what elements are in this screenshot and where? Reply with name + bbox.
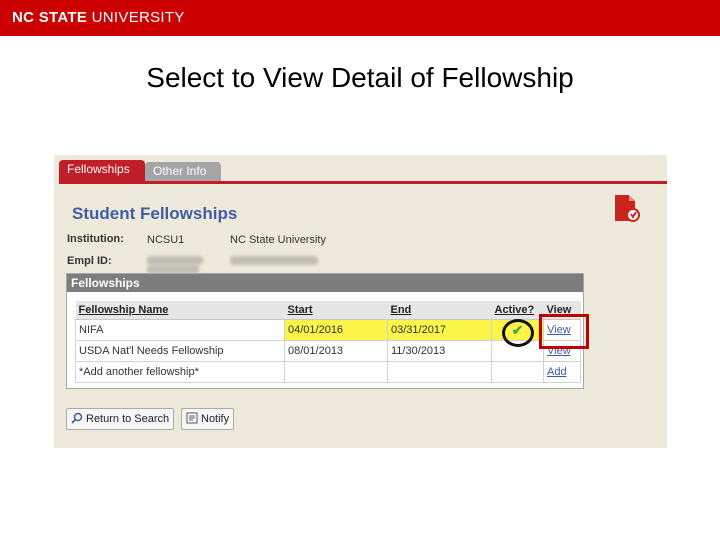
notify-label: Notify	[201, 413, 230, 425]
tab-underline	[59, 181, 667, 184]
start-date	[284, 361, 388, 383]
tab-other-info[interactable]: Other Info	[145, 162, 221, 181]
fellowship-name: *Add another fellowship*	[75, 361, 285, 383]
institution-label: Institution:	[67, 233, 124, 245]
search-icon	[71, 412, 83, 424]
brand-bold: NC STATE	[12, 9, 88, 26]
col-active: Active?	[491, 301, 544, 320]
emplid-label: Empl ID:	[67, 255, 112, 267]
add-link[interactable]: Add	[547, 366, 567, 378]
active-highlight-circle	[502, 319, 534, 347]
grid-title: Fellowships	[67, 274, 583, 292]
notify-icon	[186, 412, 198, 424]
table-header-row: Fellowship Name Start End Active? View	[75, 301, 581, 320]
tab-fellowships[interactable]: Fellowships	[59, 160, 145, 181]
institution-code: NCSU1	[147, 234, 185, 246]
start-date: 08/01/2013	[284, 340, 388, 362]
return-to-search-label: Return to Search	[86, 413, 170, 425]
end-date	[387, 361, 492, 383]
page-heading: Student Fellowships	[72, 204, 238, 223]
return-to-search-button[interactable]: Return to Search	[66, 408, 175, 430]
institution-name: NC State University	[230, 234, 326, 246]
name-redacted	[230, 256, 318, 265]
brand-rest: UNIVERSITY	[87, 9, 185, 26]
pdf-icon[interactable]	[611, 193, 641, 223]
active-cell	[491, 361, 544, 383]
notify-button[interactable]: Notify	[181, 408, 235, 430]
university-header: NC STATE UNIVERSITY	[0, 0, 720, 36]
university-logo: NC STATE UNIVERSITY	[12, 9, 185, 26]
start-date: 04/01/2016	[284, 319, 388, 341]
view-highlight-box	[539, 314, 589, 349]
slide-title: Select to View Detail of Fellowship	[146, 62, 574, 93]
col-end[interactable]: End	[387, 301, 492, 320]
end-date: 03/31/2017	[387, 319, 492, 341]
add-cell: Add	[543, 361, 581, 383]
emplid-redacted	[147, 256, 203, 265]
table-row: USDA Nat'l Needs Fellowship 08/01/2013 1…	[75, 340, 581, 362]
table-row: *Add another fellowship* Add	[75, 361, 581, 383]
col-start[interactable]: Start	[284, 301, 388, 320]
fellowship-name: NIFA	[75, 319, 285, 341]
peoplesoft-screenshot: Fellowships Other Info Student Fellowshi…	[54, 155, 667, 448]
col-fellowship-name[interactable]: Fellowship Name	[75, 301, 285, 320]
fellowship-name: USDA Nat'l Needs Fellowship	[75, 340, 285, 362]
end-date: 11/30/2013	[387, 340, 492, 362]
